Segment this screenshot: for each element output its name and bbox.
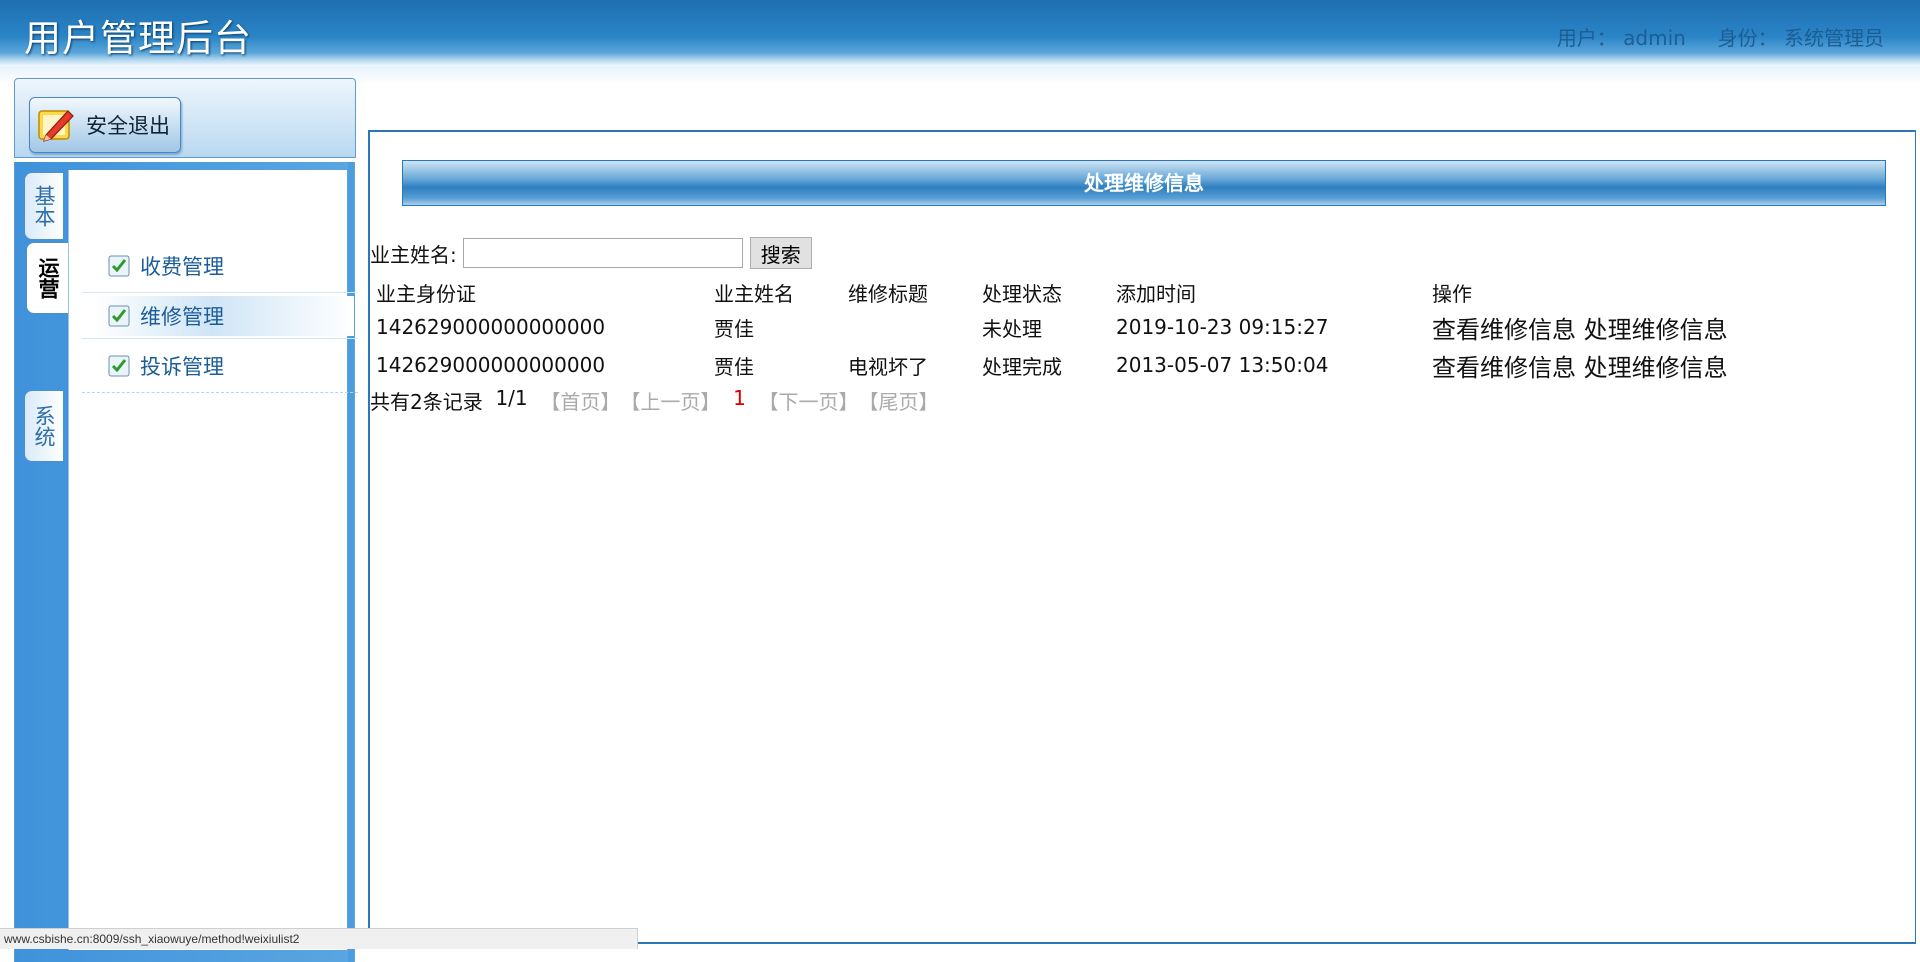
menu-divider — [82, 338, 358, 339]
view-repair-link[interactable]: 查看维修信息 — [1432, 316, 1576, 344]
user-label: 用户： — [1556, 26, 1617, 50]
tab-basic-label: 基本 — [32, 185, 56, 227]
sidebar: 安全退出 基本 运营 系统 收费管理 维修管理 投诉管理 — [14, 78, 358, 962]
status-cell: 未处理 — [982, 316, 1042, 341]
pencil-edit-icon — [38, 110, 74, 142]
owner-name-cell: 贾佳 — [714, 316, 754, 341]
pagination: 共有2条记录 1/1 【首页】 【上一页】 1 【下一页】 【尾页】 — [370, 386, 939, 415]
menu-divider — [82, 292, 358, 293]
id-card-cell: 142629000000000000 — [376, 315, 606, 339]
added-time-cell: 2013-05-07 13:50:04 — [1116, 353, 1329, 377]
repairs-table: 业主身份证 业主姓名 维修标题 处理状态 添加时间 操作 14262900000… — [372, 276, 1796, 384]
repair-title-cell: 电视坏了 — [848, 354, 928, 379]
logout-panel: 安全退出 — [14, 78, 356, 158]
process-repair-link[interactable]: 处理维修信息 — [1584, 316, 1728, 344]
user-name: admin — [1623, 26, 1686, 50]
search-label: 业主姓名: — [370, 242, 457, 267]
operations-cell: 查看维修信息 处理维修信息 — [1428, 308, 1796, 346]
table-row: 142629000000000000 贾佳 电视坏了 处理完成 2013-05-… — [372, 346, 1796, 384]
user-info: 用户： admin 身份： 系统管理员 — [1557, 22, 1884, 51]
tab-system[interactable]: 系统 — [24, 390, 63, 462]
column-header: 添加时间 — [1116, 281, 1196, 306]
sidebar-item-fees[interactable]: 收费管理 — [94, 246, 354, 286]
tab-basic[interactable]: 基本 — [24, 172, 63, 240]
sidebar-item-repairs[interactable]: 维修管理 — [94, 296, 354, 336]
role-label: 身份： — [1717, 26, 1778, 50]
id-card-cell: 142629000000000000 — [376, 353, 606, 377]
sidebar-item-label: 投诉管理 — [140, 355, 224, 379]
menu-divider — [82, 392, 358, 393]
checkbox-icon — [108, 305, 130, 327]
tab-operations-label: 运营 — [36, 257, 60, 299]
status-cell: 处理完成 — [982, 354, 1062, 379]
table-header-row: 业主身份证 业主姓名 维修标题 处理状态 添加时间 操作 — [372, 276, 1796, 308]
app-header: 用户管理后台 用户： admin 身份： 系统管理员 — [0, 0, 1920, 66]
prev-page-link[interactable]: 【上一页】 — [620, 386, 720, 415]
column-header: 业主身份证 — [376, 281, 476, 306]
next-page-link[interactable]: 【下一页】 — [759, 386, 859, 415]
logout-button[interactable]: 安全退出 — [29, 97, 181, 153]
table-row: 142629000000000000 贾佳 未处理 2019-10-23 09:… — [372, 308, 1796, 346]
role-name: 系统管理员 — [1784, 26, 1884, 50]
browser-status-bar: www.csbishe.cn:8009/ssh_xiaowuye/method!… — [0, 928, 638, 949]
total-records: 共有2条记录 — [370, 390, 483, 414]
tab-operations[interactable]: 运营 — [26, 242, 69, 314]
sidebar-item-complaints[interactable]: 投诉管理 — [94, 346, 354, 386]
column-header: 业主姓名 — [714, 281, 794, 306]
column-header: 操作 — [1432, 281, 1472, 306]
added-time-cell: 2019-10-23 09:15:27 — [1116, 315, 1329, 339]
app-title: 用户管理后台 — [24, 17, 252, 60]
owner-name-search-input[interactable] — [462, 238, 743, 268]
last-page-link[interactable]: 【尾页】 — [859, 386, 939, 415]
repair-title-cell — [844, 308, 978, 346]
search-button[interactable]: 搜索 — [749, 237, 812, 269]
sidebar-item-label: 维修管理 — [140, 305, 224, 329]
tab-system-label: 系统 — [32, 405, 56, 447]
operations-cell: 查看维修信息 处理维修信息 — [1428, 346, 1796, 384]
current-page: 1 — [733, 386, 746, 410]
main-panel: 处理维修信息 业主姓名: 搜索 业主身份证 业主姓名 维修标题 处理状态 添加时… — [368, 130, 1916, 944]
logout-label: 安全退出 — [86, 114, 170, 138]
owner-name-cell: 贾佳 — [714, 354, 754, 379]
checkbox-icon — [108, 255, 130, 277]
sidebar-menu-area — [68, 170, 347, 950]
panel-title: 处理维修信息 — [402, 160, 1886, 206]
page-info: 1/1 — [495, 386, 528, 410]
column-header: 维修标题 — [848, 281, 928, 306]
checkbox-icon — [108, 355, 130, 377]
process-repair-link[interactable]: 处理维修信息 — [1584, 354, 1728, 382]
view-repair-link[interactable]: 查看维修信息 — [1432, 354, 1576, 382]
column-header: 处理状态 — [982, 281, 1062, 306]
first-page-link[interactable]: 【首页】 — [540, 386, 620, 415]
search-bar: 业主姓名: 搜索 — [370, 236, 812, 270]
sidebar-item-label: 收费管理 — [140, 255, 224, 279]
